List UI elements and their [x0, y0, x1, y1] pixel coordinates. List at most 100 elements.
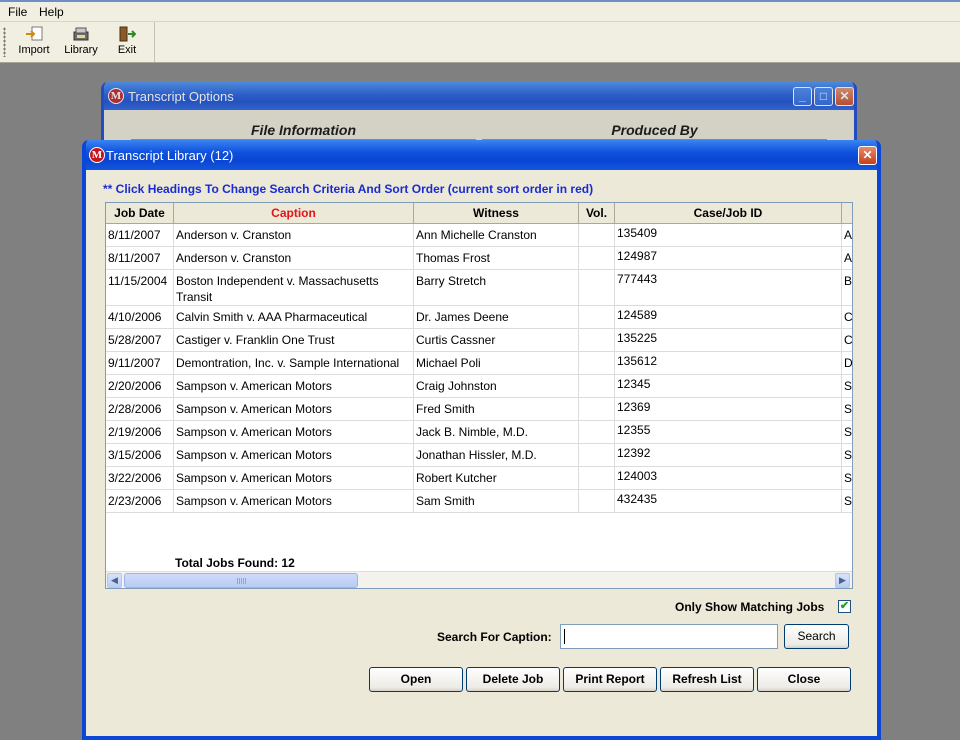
- scroll-right-icon[interactable]: ▶: [835, 573, 850, 588]
- cell-case: 124987: [615, 247, 842, 270]
- column-header-witness[interactable]: Witness: [414, 203, 579, 224]
- import-button[interactable]: Import: [15, 26, 53, 56]
- exit-icon: [119, 26, 136, 42]
- open-button[interactable]: Open: [369, 667, 463, 692]
- cell-extra: S: [842, 375, 852, 398]
- column-header-vol[interactable]: Vol.: [579, 203, 615, 224]
- scroll-left-icon[interactable]: ◀: [107, 573, 122, 588]
- maximize-icon[interactable]: □: [814, 87, 833, 106]
- cell-extra: A: [842, 247, 852, 270]
- cell-caption: Sampson v. American Motors: [174, 490, 414, 513]
- horizontal-scrollbar[interactable]: ◀ ▶: [106, 571, 852, 588]
- table-row[interactable]: 2/28/2006 Sampson v. American Motors Fred …: [106, 398, 852, 421]
- cell-witness: Sam Smith: [414, 490, 579, 513]
- cell-case: 12355: [615, 421, 842, 444]
- close-button[interactable]: Close: [757, 667, 851, 692]
- column-header-job-date[interactable]: Job Date: [106, 203, 174, 224]
- column-header-caption[interactable]: Caption: [174, 203, 414, 224]
- minimize-icon[interactable]: _: [793, 87, 812, 106]
- toolbar: Import Library Exit: [0, 22, 155, 62]
- cell-witness: Dr. James Deene: [414, 306, 579, 329]
- table-row[interactable]: 2/23/2006 Sampson v. American Motors Sam S…: [106, 490, 852, 513]
- table-row[interactable]: 11/15/2004 Boston Independent v. Massachu…: [106, 270, 852, 306]
- table-row[interactable]: 3/22/2006 Sampson v. American Motors Rober…: [106, 467, 852, 490]
- cell-extra: S: [842, 421, 852, 444]
- cell-date: 3/22/2006: [106, 467, 174, 490]
- cell-extra: C: [842, 306, 852, 329]
- library-button[interactable]: Library: [61, 26, 101, 56]
- cell-caption: Demontration, Inc. v. Sample Internation…: [174, 352, 414, 375]
- cell-date: 5/28/2007: [106, 329, 174, 352]
- cell-caption: Sampson v. American Motors: [174, 444, 414, 467]
- cell-witness: Ann Michelle Cranston: [414, 224, 579, 247]
- table-row[interactable]: 8/11/2007 Anderson v. Cranston Thomas Fros…: [106, 247, 852, 270]
- cell-vol: [579, 375, 615, 398]
- cell-case: 12392: [615, 444, 842, 467]
- cell-witness: Fred Smith: [414, 398, 579, 421]
- library-icon: [73, 27, 89, 41]
- cell-vol: [579, 352, 615, 375]
- transcript-library-title: Transcript Library (12): [106, 148, 234, 163]
- scrollbar-thumb[interactable]: [124, 573, 358, 588]
- cell-case: 12369: [615, 398, 842, 421]
- cell-vol: [579, 490, 615, 513]
- transcript-library-titlebar[interactable]: M Transcript Library (12) ✕: [86, 140, 877, 170]
- search-button[interactable]: Search: [784, 624, 849, 649]
- cell-case: 432435: [615, 490, 842, 513]
- transcript-options-title: Transcript Options: [128, 89, 234, 104]
- close-icon[interactable]: ✕: [858, 146, 877, 165]
- print-report-button[interactable]: Print Report: [563, 667, 657, 692]
- cell-vol: [579, 224, 615, 247]
- cell-witness: Robert Kutcher: [414, 467, 579, 490]
- import-icon: [26, 26, 43, 41]
- toolbar-grip[interactable]: [3, 27, 6, 57]
- cell-caption: Sampson v. American Motors: [174, 375, 414, 398]
- cell-extra: S: [842, 490, 852, 513]
- menu-file[interactable]: File: [8, 5, 27, 19]
- cell-vol: [579, 270, 615, 306]
- cell-extra: A: [842, 224, 852, 247]
- scrollbar-grip: [237, 578, 247, 584]
- cell-date: 8/11/2007: [106, 247, 174, 270]
- cell-caption: Sampson v. American Motors: [174, 398, 414, 421]
- cell-extra: C: [842, 329, 852, 352]
- cell-vol: [579, 421, 615, 444]
- cell-vol: [579, 329, 615, 352]
- cell-vol: [579, 444, 615, 467]
- table-row[interactable]: 4/10/2006 Calvin Smith v. AAA Pharmaceuti…: [106, 306, 852, 329]
- sort-instruction: ** Click Headings To Change Search Crite…: [103, 182, 594, 196]
- cell-date: 2/19/2006: [106, 421, 174, 444]
- cell-caption: Anderson v. Cranston: [174, 224, 414, 247]
- delete-job-button[interactable]: Delete Job: [466, 667, 560, 692]
- cell-extra: S: [842, 444, 852, 467]
- refresh-list-button[interactable]: Refresh List: [660, 667, 754, 692]
- menu-help[interactable]: Help: [39, 5, 64, 19]
- transcript-options-titlebar[interactable]: M Transcript Options _ □ ✕: [104, 82, 854, 110]
- column-header-case-job-id[interactable]: Case/Job ID: [615, 203, 842, 224]
- cell-case: 135409: [615, 224, 842, 247]
- exit-button[interactable]: Exit: [111, 26, 143, 56]
- cell-witness: Jonathan Hissler, M.D.: [414, 444, 579, 467]
- only-matching-checkbox[interactable]: ✔: [838, 600, 851, 613]
- table-row[interactable]: 8/11/2007 Anderson v. Cranston Ann Michell…: [106, 224, 852, 247]
- cell-witness: Craig Johnston: [414, 375, 579, 398]
- transcript-grid: Job Date Caption Witness Vol. Case/Job I…: [105, 202, 853, 589]
- table-row[interactable]: 3/15/2006 Sampson v. American Motors Jonat…: [106, 444, 852, 467]
- search-caption-label: Search For Caption:: [437, 630, 552, 644]
- check-icon: ✔: [839, 600, 850, 612]
- table-row[interactable]: 2/19/2006 Sampson v. American Motors Jack …: [106, 421, 852, 444]
- cell-caption: Anderson v. Cranston: [174, 247, 414, 270]
- file-information-header: File Information: [251, 122, 356, 138]
- table-row[interactable]: 9/11/2007 Demontration, Inc. v. Sample In…: [106, 352, 852, 375]
- cell-witness: Michael Poli: [414, 352, 579, 375]
- table-row[interactable]: 5/28/2007 Castiger v. Franklin One Trust C…: [106, 329, 852, 352]
- table-row[interactable]: 2/20/2006 Sampson v. American Motors Craig…: [106, 375, 852, 398]
- column-header-extra[interactable]: [842, 203, 852, 224]
- cell-witness: Jack B. Nimble, M.D.: [414, 421, 579, 444]
- cell-extra: S: [842, 398, 852, 421]
- cell-case: 12345: [615, 375, 842, 398]
- close-icon[interactable]: ✕: [835, 87, 854, 106]
- search-caption-input[interactable]: [560, 624, 778, 649]
- cell-witness: Thomas Frost: [414, 247, 579, 270]
- cell-date: 11/15/2004: [106, 270, 174, 306]
